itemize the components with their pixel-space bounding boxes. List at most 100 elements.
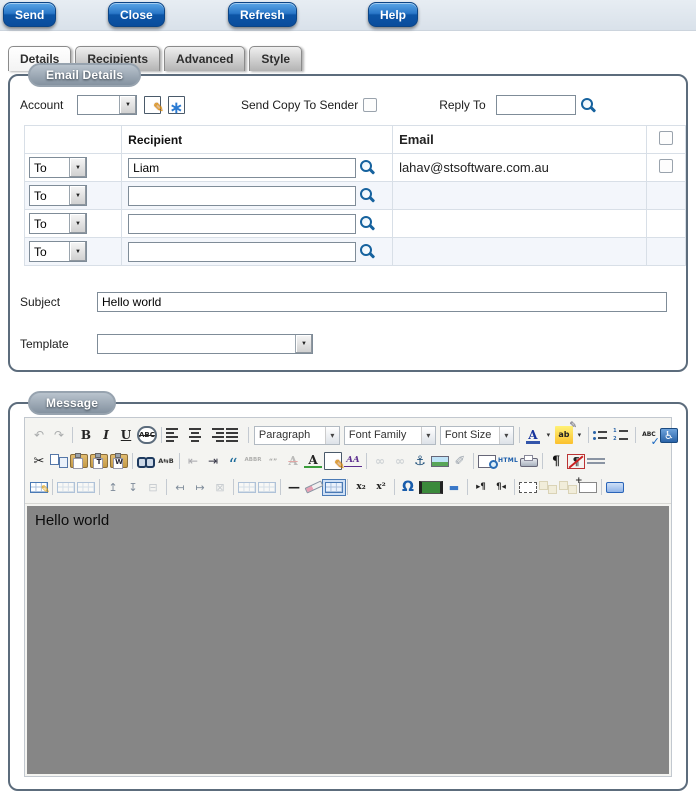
account-select[interactable] [77, 95, 137, 115]
anchor-icon[interactable]: ⚓ [411, 452, 429, 470]
paste-word-icon[interactable]: W [110, 453, 128, 469]
help-button[interactable]: Help [368, 2, 419, 27]
select-all-checkbox[interactable] [658, 131, 673, 145]
recipient-input[interactable] [128, 157, 357, 178]
recipient-type-select[interactable]: To [29, 157, 87, 178]
accessibility-check-icon[interactable]: ♿ [659, 427, 678, 443]
image-icon[interactable] [431, 455, 449, 467]
unlink-icon[interactable]: ∞ [391, 452, 409, 470]
ins-icon[interactable]: A [304, 454, 322, 468]
print-icon[interactable] [520, 455, 539, 467]
insert-row-before-icon[interactable]: ↥ [104, 478, 122, 496]
insert-hr-icon[interactable]: ▬ [445, 478, 463, 496]
remove-format-icon[interactable] [304, 480, 324, 494]
insert-col-before-icon[interactable]: ↤ [171, 478, 189, 496]
delete-row-icon[interactable]: ⊟ [144, 478, 162, 496]
bullet-list-icon[interactable] [592, 426, 611, 444]
recipient-type-select[interactable]: To [29, 185, 87, 206]
absolute-position-icon[interactable] [575, 477, 597, 493]
preview-icon[interactable] [478, 454, 498, 469]
superscript-icon[interactable]: x² [372, 478, 390, 496]
new-account-icon[interactable] [168, 96, 185, 118]
merge-cells-icon[interactable] [258, 481, 276, 493]
move-forward-icon[interactable] [539, 480, 557, 494]
special-char-icon[interactable]: Ω [399, 478, 417, 496]
subject-input[interactable] [97, 292, 667, 312]
horizontal-rule-icon[interactable]: — [285, 478, 303, 496]
cut-icon[interactable]: ✂ [30, 452, 48, 470]
abbr-icon[interactable]: ABBR [244, 452, 262, 470]
table-row-props-icon[interactable] [57, 481, 75, 493]
reply-to-input[interactable] [495, 95, 576, 115]
page-break-icon[interactable] [587, 458, 606, 464]
insert-row-after-icon[interactable]: ↧ [124, 478, 142, 496]
quotes-icon[interactable]: “” [264, 452, 282, 470]
font-family-select[interactable]: Font Family [343, 425, 436, 445]
edit-account-icon[interactable] [144, 96, 164, 116]
find-replace-icon[interactable]: A⇆B [157, 452, 175, 470]
blockquote-icon[interactable]: “ [224, 452, 242, 475]
fullscreen-icon[interactable] [606, 481, 624, 493]
delete-col-icon[interactable]: ⊠ [211, 478, 229, 496]
media-icon[interactable] [419, 480, 443, 494]
send-copy-checkbox[interactable] [363, 98, 378, 112]
recipient-search-icon[interactable] [358, 214, 377, 233]
show-blocks-icon[interactable]: ¶ [547, 452, 565, 470]
italic-icon[interactable]: I [97, 426, 115, 444]
backcolor-icon[interactable]: ab [554, 422, 577, 444]
editor-body[interactable]: Hello world [27, 506, 669, 774]
strikethrough-icon[interactable]: ABC [137, 426, 157, 444]
visual-chars-icon[interactable]: ¶ [567, 453, 586, 469]
recipient-checkbox[interactable] [658, 159, 673, 173]
reply-to-search-icon[interactable] [579, 96, 598, 115]
recipient-input[interactable] [128, 213, 357, 234]
numbered-list-icon[interactable] [613, 426, 631, 444]
refresh-button[interactable]: Refresh [228, 2, 297, 27]
recipient-search-icon[interactable] [358, 186, 377, 205]
close-button[interactable]: Close [108, 2, 165, 27]
bold-icon[interactable]: B [77, 426, 95, 444]
del-icon[interactable]: A [284, 452, 302, 470]
paragraph-select[interactable]: Paragraph [253, 425, 340, 445]
insert-table-icon[interactable] [30, 481, 50, 495]
recipient-input[interactable] [128, 241, 357, 262]
outdent-icon[interactable]: ⇤ [184, 452, 202, 470]
find-icon[interactable] [137, 456, 155, 468]
recipient-search-icon[interactable] [358, 242, 377, 261]
tab-style[interactable]: Style [249, 46, 303, 71]
align-center-icon[interactable] [186, 426, 204, 444]
redo-icon[interactable]: ↷ [50, 426, 68, 444]
insert-layer-icon[interactable] [519, 481, 537, 493]
forecolor-icon[interactable]: A [524, 426, 542, 444]
recipient-input[interactable] [128, 185, 357, 206]
cleanup-icon[interactable]: ✐ [451, 452, 469, 470]
undo-icon[interactable]: ↶ [30, 426, 48, 444]
link-icon[interactable]: ∞ [371, 452, 389, 470]
underline-icon[interactable]: U [117, 426, 135, 444]
align-justify-icon[interactable] [225, 426, 244, 444]
indent-icon[interactable]: ⇥ [204, 452, 222, 470]
template-select[interactable] [97, 334, 313, 354]
rtl-icon[interactable]: ¶◂ [492, 478, 510, 496]
send-button[interactable]: Send [3, 2, 57, 27]
copy-icon[interactable] [50, 454, 68, 468]
paste-icon[interactable] [70, 453, 88, 469]
split-cells-icon[interactable] [238, 481, 256, 493]
recipient-type-select[interactable]: To [29, 241, 87, 262]
recipient-search-icon[interactable] [358, 158, 377, 177]
paste-text-icon[interactable]: T [90, 453, 108, 469]
html-icon[interactable]: HTML [498, 452, 518, 470]
recipient-type-select[interactable]: To [29, 213, 87, 234]
align-left-icon[interactable] [165, 426, 184, 444]
ltr-icon[interactable]: ▸¶ [472, 478, 490, 496]
font-size-select[interactable]: Font Size [439, 425, 514, 445]
insert-col-after-icon[interactable]: ↦ [191, 478, 209, 496]
forecolor-arrow-icon[interactable]: ▾ [544, 426, 553, 444]
tab-advanced[interactable]: Advanced [164, 46, 246, 71]
style-props-icon[interactable]: AA [344, 455, 362, 467]
visual-aid-icon[interactable] [325, 481, 343, 493]
table-cell-props-icon[interactable] [77, 481, 95, 493]
align-right-icon[interactable] [206, 426, 224, 444]
spellcheck-icon[interactable]: ABC [640, 426, 660, 448]
subscript-icon[interactable]: x₂ [352, 478, 370, 496]
